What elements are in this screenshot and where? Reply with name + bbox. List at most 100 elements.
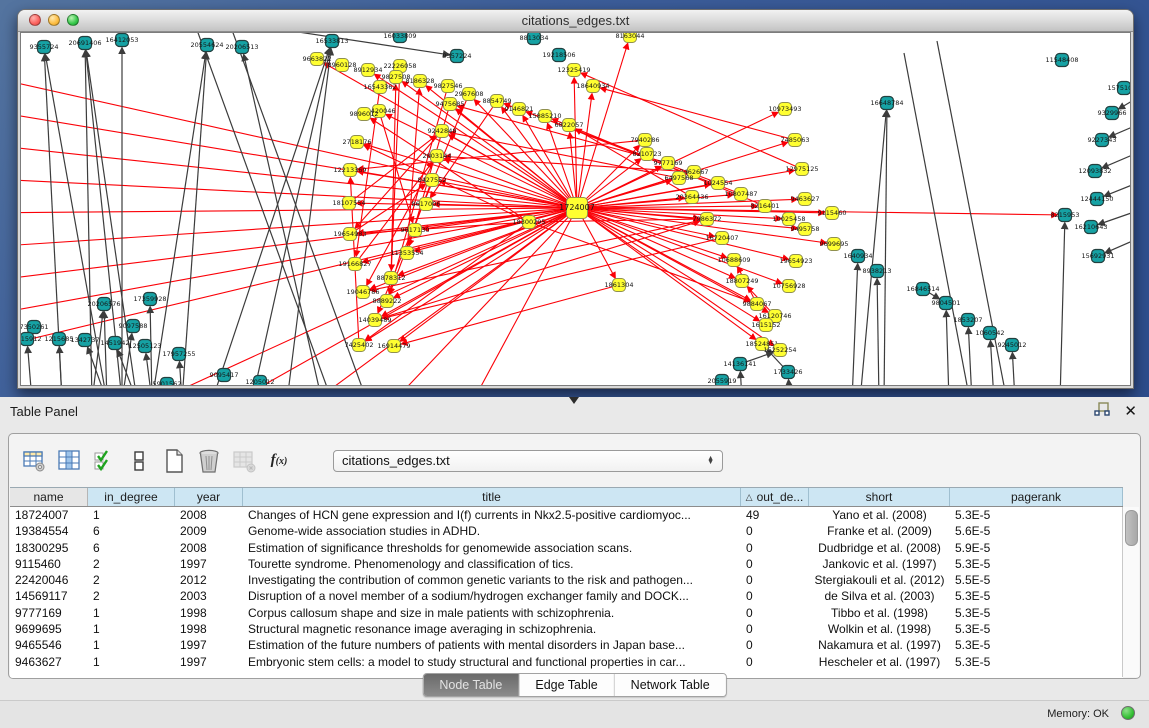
table-cell[interactable]: 2	[88, 572, 175, 588]
table-cell[interactable]: 18300295	[10, 540, 88, 556]
citation-edge-black[interactable]	[287, 49, 331, 386]
table-cell[interactable]: 0	[741, 605, 809, 621]
scrollbar-thumb[interactable]	[1125, 510, 1138, 546]
citation-edge-black[interactable]	[904, 53, 970, 386]
tab-network-table[interactable]: Network Table	[615, 674, 726, 696]
citation-edge-black[interactable]	[946, 311, 949, 386]
table-cell[interactable]: 1	[88, 654, 175, 670]
table-cell[interactable]: 0	[741, 621, 809, 637]
window-titlebar[interactable]: citations_edges.txt	[18, 10, 1133, 32]
column-header-out-de-[interactable]: △out_de...	[741, 488, 809, 506]
table-cell[interactable]: Investigating the contribution of common…	[243, 572, 741, 588]
citation-edge-black[interactable]	[252, 49, 330, 386]
table-row[interactable]: 1872400712008Changes of HCN gene express…	[10, 507, 1123, 523]
memory-status-indicator[interactable]	[1121, 706, 1135, 720]
zoom-button[interactable]	[67, 14, 79, 26]
table-cell[interactable]: Structural magnetic resonance image aver…	[243, 621, 741, 637]
table-cell[interactable]: 14569117	[10, 588, 88, 604]
table-cell[interactable]: Disruption of a novel member of a sodium…	[243, 588, 741, 604]
delete-table-icon[interactable]	[196, 448, 222, 474]
table-cell[interactable]: 0	[741, 556, 809, 572]
table-cell[interactable]: 5.3E-5	[950, 605, 1123, 621]
table-cell[interactable]: 1997	[175, 556, 243, 572]
table-row[interactable]: 977716911998Corpus callosum shape and si…	[10, 605, 1123, 621]
column-header-pagerank[interactable]: pagerank	[950, 488, 1123, 506]
table-cell[interactable]: Genome-wide association studies in ADHD.	[243, 523, 741, 539]
table-cell[interactable]: 5.5E-5	[950, 572, 1123, 588]
table-cell[interactable]: 2	[88, 588, 175, 604]
select-rows-icon[interactable]	[91, 448, 117, 474]
citation-edge-black[interactable]	[1119, 98, 1131, 109]
table-cell[interactable]: 5.3E-5	[950, 637, 1123, 653]
table-cell[interactable]: Estimation of the future numbers of pati…	[243, 637, 741, 653]
table-settings-icon[interactable]	[21, 448, 47, 474]
citation-edge-black[interactable]	[1130, 93, 1131, 98]
citation-edge-black[interactable]	[877, 279, 879, 386]
table-cell[interactable]: 5.3E-5	[950, 654, 1123, 670]
citation-edge-black[interactable]	[1102, 153, 1131, 168]
table-row[interactable]: 1830029562008Estimation of significance …	[10, 540, 1123, 556]
table-row[interactable]: 969969511998Structural magnetic resonanc…	[10, 621, 1123, 637]
table-cell[interactable]: 9699695	[10, 621, 88, 637]
table-cell[interactable]: 2012	[175, 572, 243, 588]
citation-edge-red[interactable]	[21, 109, 577, 208]
table-cell[interactable]: 2008	[175, 540, 243, 556]
table-row[interactable]: 2242004622012Investigating the contribut…	[10, 572, 1123, 588]
table-cell[interactable]: 1998	[175, 605, 243, 621]
citation-edge-black[interactable]	[968, 328, 972, 386]
table-row[interactable]: 1938455462009Genome-wide association stu…	[10, 523, 1123, 539]
function-builder-icon[interactable]: f(x)	[266, 448, 292, 474]
citation-edge-red[interactable]	[601, 88, 795, 140]
table-cell[interactable]: 2009	[175, 523, 243, 539]
citation-edge-black[interactable]	[1012, 353, 1015, 386]
table-cell[interactable]: 2	[88, 556, 175, 572]
citation-edge-black[interactable]	[212, 49, 329, 386]
citation-edge-red[interactable]	[476, 208, 577, 386]
table-cell[interactable]: 0	[741, 540, 809, 556]
table-row[interactable]: 1456911722003Disruption of a novel membe…	[10, 588, 1123, 604]
table-cell[interactable]: Jankovic et al. (1997)	[809, 556, 950, 572]
table-row[interactable]: 946554611997Estimation of the future num…	[10, 637, 1123, 653]
table-cell[interactable]: Embryonic stem cells: a model to study s…	[243, 654, 741, 670]
table-cell[interactable]: 1997	[175, 637, 243, 653]
column-header-short[interactable]: short	[809, 488, 950, 506]
new-table-icon[interactable]	[161, 448, 187, 474]
citation-edge-black[interactable]	[28, 347, 32, 386]
table-cell[interactable]: 1997	[175, 654, 243, 670]
citation-edge-black[interactable]	[285, 33, 449, 55]
table-cell[interactable]: Tibbo et al. (1998)	[809, 605, 950, 621]
table-cell[interactable]: 1998	[175, 621, 243, 637]
column-header-year[interactable]: year	[175, 488, 243, 506]
table-cell[interactable]: 9463627	[10, 654, 88, 670]
table-cell[interactable]: 1	[88, 621, 175, 637]
table-cell[interactable]: 0	[741, 572, 809, 588]
citation-edge-black[interactable]	[104, 312, 107, 386]
table-cell[interactable]: 5.3E-5	[950, 556, 1123, 572]
table-cell[interactable]: 49	[741, 507, 809, 523]
table-cell[interactable]: Estimation of significance thresholds fo…	[243, 540, 741, 556]
close-button[interactable]	[29, 14, 41, 26]
table-cell[interactable]: 9465546	[10, 637, 88, 653]
table-cell[interactable]: 5.3E-5	[950, 507, 1123, 523]
table-row[interactable]: 911546021997Tourette syndrome. Phenomeno…	[10, 556, 1123, 572]
table-cell[interactable]: 5.9E-5	[950, 540, 1123, 556]
table-cell[interactable]: 5.3E-5	[950, 621, 1123, 637]
cell-stack-icon[interactable]	[126, 448, 152, 474]
table-cell[interactable]: 1	[88, 605, 175, 621]
table-cell[interactable]: 9115460	[10, 556, 88, 572]
minimize-button[interactable]	[48, 14, 60, 26]
table-scrollbar[interactable]	[1122, 507, 1139, 677]
column-header-name[interactable]: name	[10, 488, 88, 506]
citation-edge-red[interactable]	[581, 73, 802, 169]
table-cell[interactable]: 1	[88, 507, 175, 523]
citation-edge-black[interactable]	[197, 33, 332, 386]
network-canvas[interactable]: 1724007183002951810755419654983191668271…	[20, 32, 1131, 386]
citation-edge-black[interactable]	[59, 347, 62, 386]
table-cell[interactable]: 2003	[175, 588, 243, 604]
table-cell[interactable]: Hescheler et al. (1997)	[809, 654, 950, 670]
table-cell[interactable]: 5.6E-5	[950, 523, 1123, 539]
citation-edge-black[interactable]	[852, 264, 858, 386]
citation-edge-black[interactable]	[990, 341, 994, 386]
table-cell[interactable]: Nakamura et al. (1997)	[809, 637, 950, 653]
citation-edge-black[interactable]	[789, 380, 790, 386]
